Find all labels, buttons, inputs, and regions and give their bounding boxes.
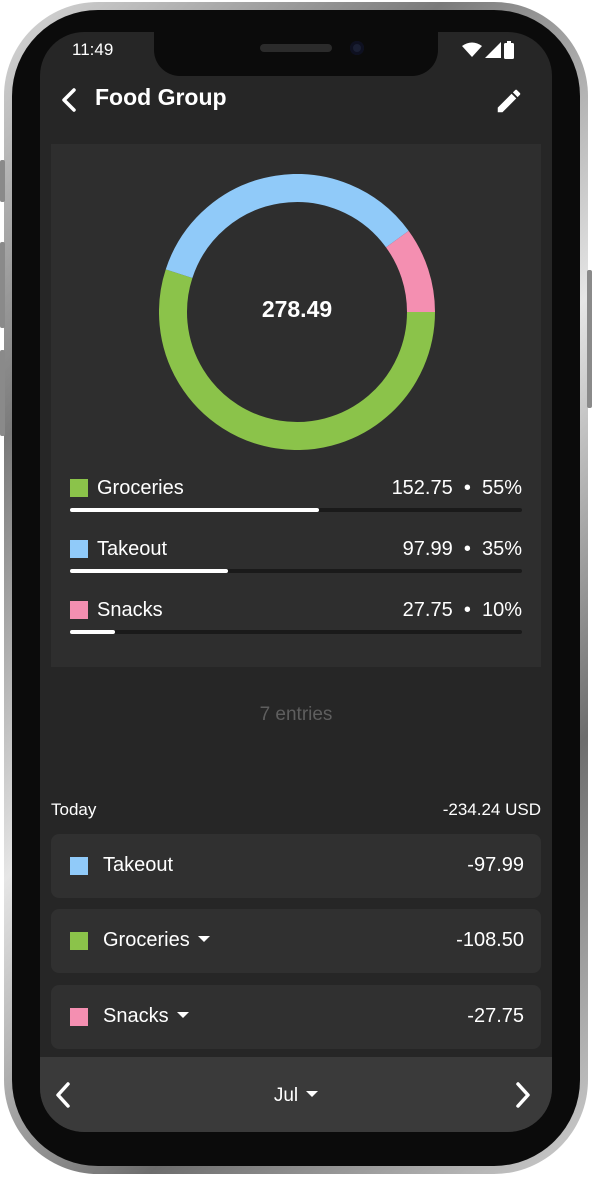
- transaction-row-takeout[interactable]: Takeout -97.99: [51, 834, 541, 898]
- legend-progress-track: [70, 630, 522, 634]
- legend-value: 27.75 • 10%: [402, 599, 522, 621]
- volume-down-button: [0, 350, 5, 436]
- power-button: [587, 270, 592, 408]
- month-selector[interactable]: Jul: [40, 1085, 552, 1107]
- summary-card: 278.49 Groceries 152.75 • 55% Takeout 97…: [51, 144, 541, 667]
- expand-caret-icon[interactable]: [197, 935, 210, 942]
- donut-total: 278.49: [261, 296, 333, 322]
- legend-progress-fill: [70, 508, 319, 512]
- transaction-row-groceries[interactable]: Groceries -108.50: [51, 909, 541, 973]
- month-navigation-bar: Jul: [40, 1057, 552, 1132]
- volume-up-button: [0, 242, 5, 328]
- takeout-color-swatch: [70, 540, 88, 558]
- status-icons: [462, 41, 514, 59]
- transaction-name: Takeout: [103, 854, 174, 876]
- legend-progress-track: [70, 569, 522, 573]
- transaction-amount: -27.75: [467, 1005, 524, 1027]
- next-month-icon[interactable]: [508, 1077, 538, 1113]
- signal-icon: [485, 42, 501, 58]
- snacks-color-swatch: [70, 601, 88, 619]
- transaction-name: Groceries: [103, 929, 210, 952]
- legend-name: Takeout: [97, 538, 168, 560]
- takeout-color-swatch: [70, 857, 88, 875]
- status-time: 11:49: [72, 40, 114, 59]
- front-camera: [350, 41, 364, 55]
- transaction-amount: -97.99: [467, 854, 524, 876]
- legend-row-takeout[interactable]: Takeout 97.99 • 35%: [70, 538, 522, 578]
- transaction-name: Snacks: [103, 1005, 189, 1028]
- wifi-icon: [462, 42, 482, 57]
- entries-count: 7 entries: [259, 704, 333, 725]
- day-group-total: -234.24 USD: [442, 800, 541, 819]
- app-screen: 11:49 Food Group 278.49 Groceries 152.75…: [40, 32, 552, 1132]
- back-arrow-icon[interactable]: [56, 84, 82, 116]
- mute-switch: [0, 160, 5, 202]
- battery-icon: [504, 41, 514, 59]
- legend-name: Groceries: [97, 477, 184, 499]
- donut-segment-takeout: [165, 174, 409, 279]
- transaction-amount: -108.50: [456, 929, 524, 951]
- expand-caret-icon[interactable]: [176, 1011, 189, 1018]
- legend-progress-fill: [70, 569, 229, 573]
- legend-progress-track: [70, 508, 522, 512]
- edit-pencil-icon[interactable]: [494, 86, 524, 116]
- page-title: Food Group: [95, 84, 227, 110]
- legend-value: 97.99 • 35%: [402, 538, 522, 560]
- legend-row-snacks[interactable]: Snacks 27.75 • 10%: [70, 599, 522, 639]
- transaction-row-snacks[interactable]: Snacks -27.75: [51, 985, 541, 1049]
- legend-name: Snacks: [97, 599, 163, 621]
- groceries-color-swatch: [70, 932, 88, 950]
- month-dropdown-icon: [306, 1090, 319, 1097]
- speaker-grille: [260, 44, 332, 52]
- legend-value: 152.75 • 55%: [391, 477, 522, 499]
- notch: [154, 32, 438, 76]
- legend-row-groceries[interactable]: Groceries 152.75 • 55%: [70, 477, 522, 517]
- snacks-color-swatch: [70, 1008, 88, 1026]
- day-group-label: Today: [51, 800, 97, 819]
- groceries-color-swatch: [70, 479, 88, 497]
- legend-progress-fill: [70, 630, 116, 634]
